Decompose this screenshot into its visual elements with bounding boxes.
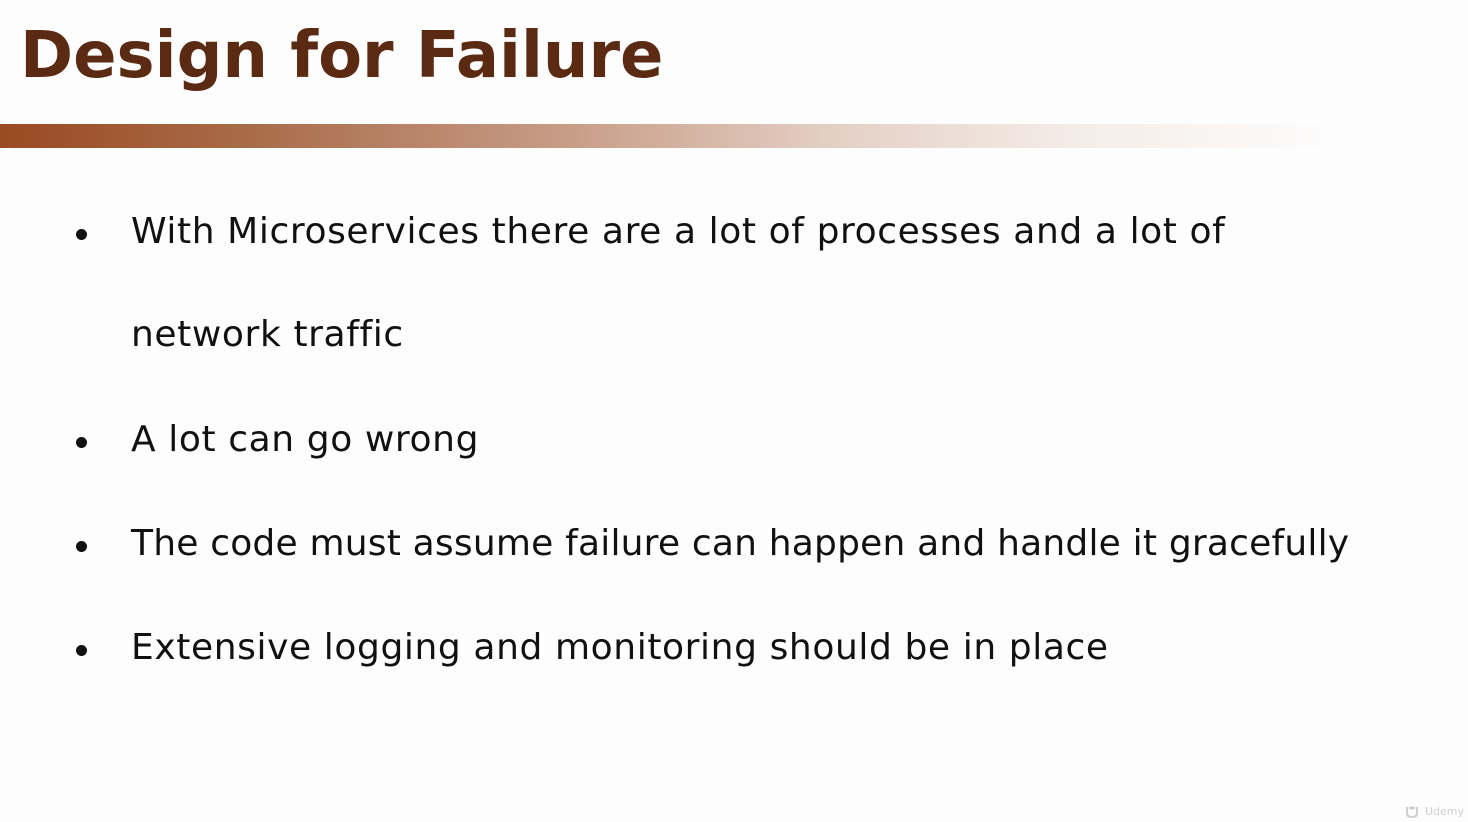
bullet-text: A lot can go wrong [131, 419, 480, 460]
slide: Design for Failure With Microservices th… [0, 0, 1468, 822]
bullet-text: The code must assume failure can happen … [131, 523, 1350, 564]
bullet-text-continuation: network traffic [131, 314, 404, 355]
udemy-logo-icon [1406, 806, 1419, 818]
bullet-dot-icon [76, 437, 87, 448]
bullet-dot-icon [76, 229, 87, 240]
bullet-text: With Microservices there are a lot of pr… [131, 211, 1226, 252]
bullet-dot-icon [76, 645, 87, 656]
bullet-dot-icon [76, 541, 87, 552]
udemy-watermark: Udemy [1405, 805, 1464, 818]
title-underline-rule [0, 124, 1340, 148]
slide-title: Design for Failure [20, 19, 664, 93]
watermark-text: Udemy [1424, 805, 1464, 818]
bullet-text: Extensive logging and monitoring should … [131, 627, 1109, 668]
